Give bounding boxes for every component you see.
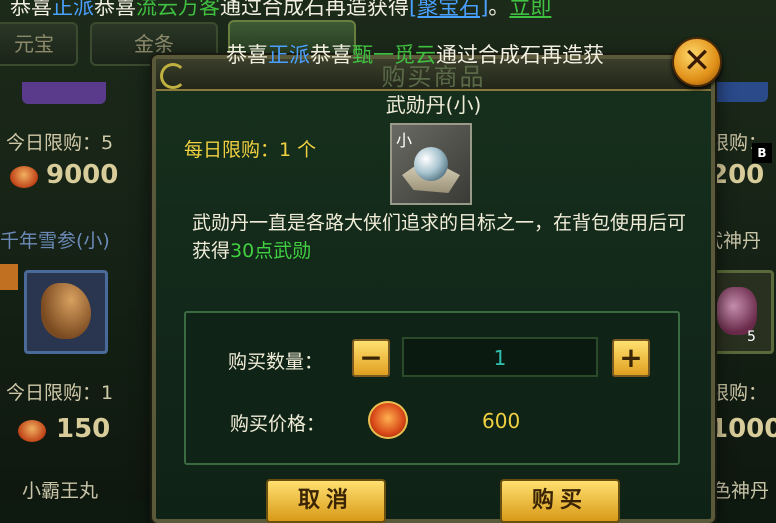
broadcast-player: 正派	[268, 43, 310, 67]
b-badge: B	[752, 143, 772, 163]
plus-icon: +	[619, 341, 643, 374]
item-price: 200	[710, 160, 765, 190]
item-title: 武勋丹(小)	[385, 93, 482, 117]
broadcast-item-link[interactable]: [聚宝石]	[409, 0, 488, 19]
shop-card[interactable]: 武神丹 5 限购： 1000	[704, 222, 776, 462]
close-button[interactable]: ✕	[672, 37, 722, 87]
cancel-label: 取消	[297, 488, 354, 513]
purchase-limit: 今日限购：1	[6, 382, 114, 404]
item-icon-frame	[22, 82, 106, 104]
item-price: 9000	[46, 160, 119, 190]
buy-button[interactable]: 购买	[500, 479, 620, 523]
shop-card[interactable]: 色神丹	[706, 474, 776, 504]
price-value: 600	[482, 409, 521, 433]
decrease-button[interactable]: −	[352, 339, 390, 377]
buy-label: 购买	[531, 488, 588, 513]
broadcast-action-link[interactable]: 立即	[509, 0, 551, 19]
broadcast-text: 恭喜	[10, 0, 52, 19]
purchase-panel: 购买数量： − 1 + 购买价格： 600	[184, 311, 680, 465]
close-icon: ✕	[682, 41, 712, 81]
purchase-limit: 今日限购：5	[6, 132, 114, 154]
discount-ribbon	[0, 264, 18, 290]
item-price: 1000	[710, 414, 776, 444]
tab-yuanbao[interactable]: 元宝	[0, 22, 78, 66]
item-price: 150	[56, 414, 111, 444]
broadcast-player: 流云万客	[136, 0, 220, 19]
cancel-button[interactable]: 取消	[266, 479, 386, 523]
pill-icon: 小	[390, 123, 472, 205]
broadcast-text: 恭喜	[94, 0, 136, 19]
broadcast-player: 甄一觅云	[352, 43, 436, 67]
minus-icon: −	[359, 341, 383, 374]
increase-button[interactable]: +	[612, 339, 650, 377]
price-label: 购买价格：	[230, 413, 326, 435]
broadcast-text: 恭喜	[226, 43, 268, 67]
item-icon-frame	[708, 82, 768, 102]
shop-card[interactable]: 今日限购：5 9000	[0, 110, 160, 210]
modal-broadcast: 恭喜正派恭喜甄一觅云通过合成石再造获	[226, 39, 666, 69]
ginseng-icon	[24, 270, 108, 354]
urn-icon: 5	[708, 270, 774, 354]
broadcast-text: 通过合成石再造获得	[220, 0, 409, 19]
broadcast-text: 恭喜	[310, 43, 352, 67]
stack-count: 5	[747, 329, 756, 345]
description-highlight: 30点武勋	[230, 240, 312, 262]
ingot-icon	[18, 420, 46, 442]
daily-limit: 每日限购：1 个	[184, 139, 317, 161]
item-name: 千年雪参(小)	[0, 230, 110, 252]
size-tag: 小	[396, 131, 413, 150]
shop-card[interactable]: 小霸王丸	[0, 474, 160, 504]
item-name: 小霸王丸	[22, 480, 99, 502]
purchase-dialog: 购买商品 恭喜正派恭喜甄一觅云通过合成石再造获 ✕ 武勋丹(小) 每日限购：1 …	[152, 37, 722, 523]
ingot-icon	[10, 166, 38, 188]
ingot-icon	[368, 401, 408, 439]
quantity-input[interactable]: 1	[402, 337, 598, 377]
broadcast-player: 正派	[52, 0, 94, 19]
purchase-limit: 限购：	[710, 382, 768, 404]
item-description: 武勋丹一直是各路大侠们追求的目标之一，在背包使用后可获得30点武勋	[192, 209, 692, 265]
broadcast-text: 通过合成石再造获	[436, 43, 604, 67]
quantity-label: 购买数量：	[228, 351, 324, 373]
broadcast-text: 。	[488, 0, 510, 19]
shop-card[interactable]: 千年雪参(小) 今日限购：1 150	[0, 222, 160, 462]
corner-ornament	[160, 63, 186, 89]
item-name: 色神丹	[712, 480, 770, 502]
